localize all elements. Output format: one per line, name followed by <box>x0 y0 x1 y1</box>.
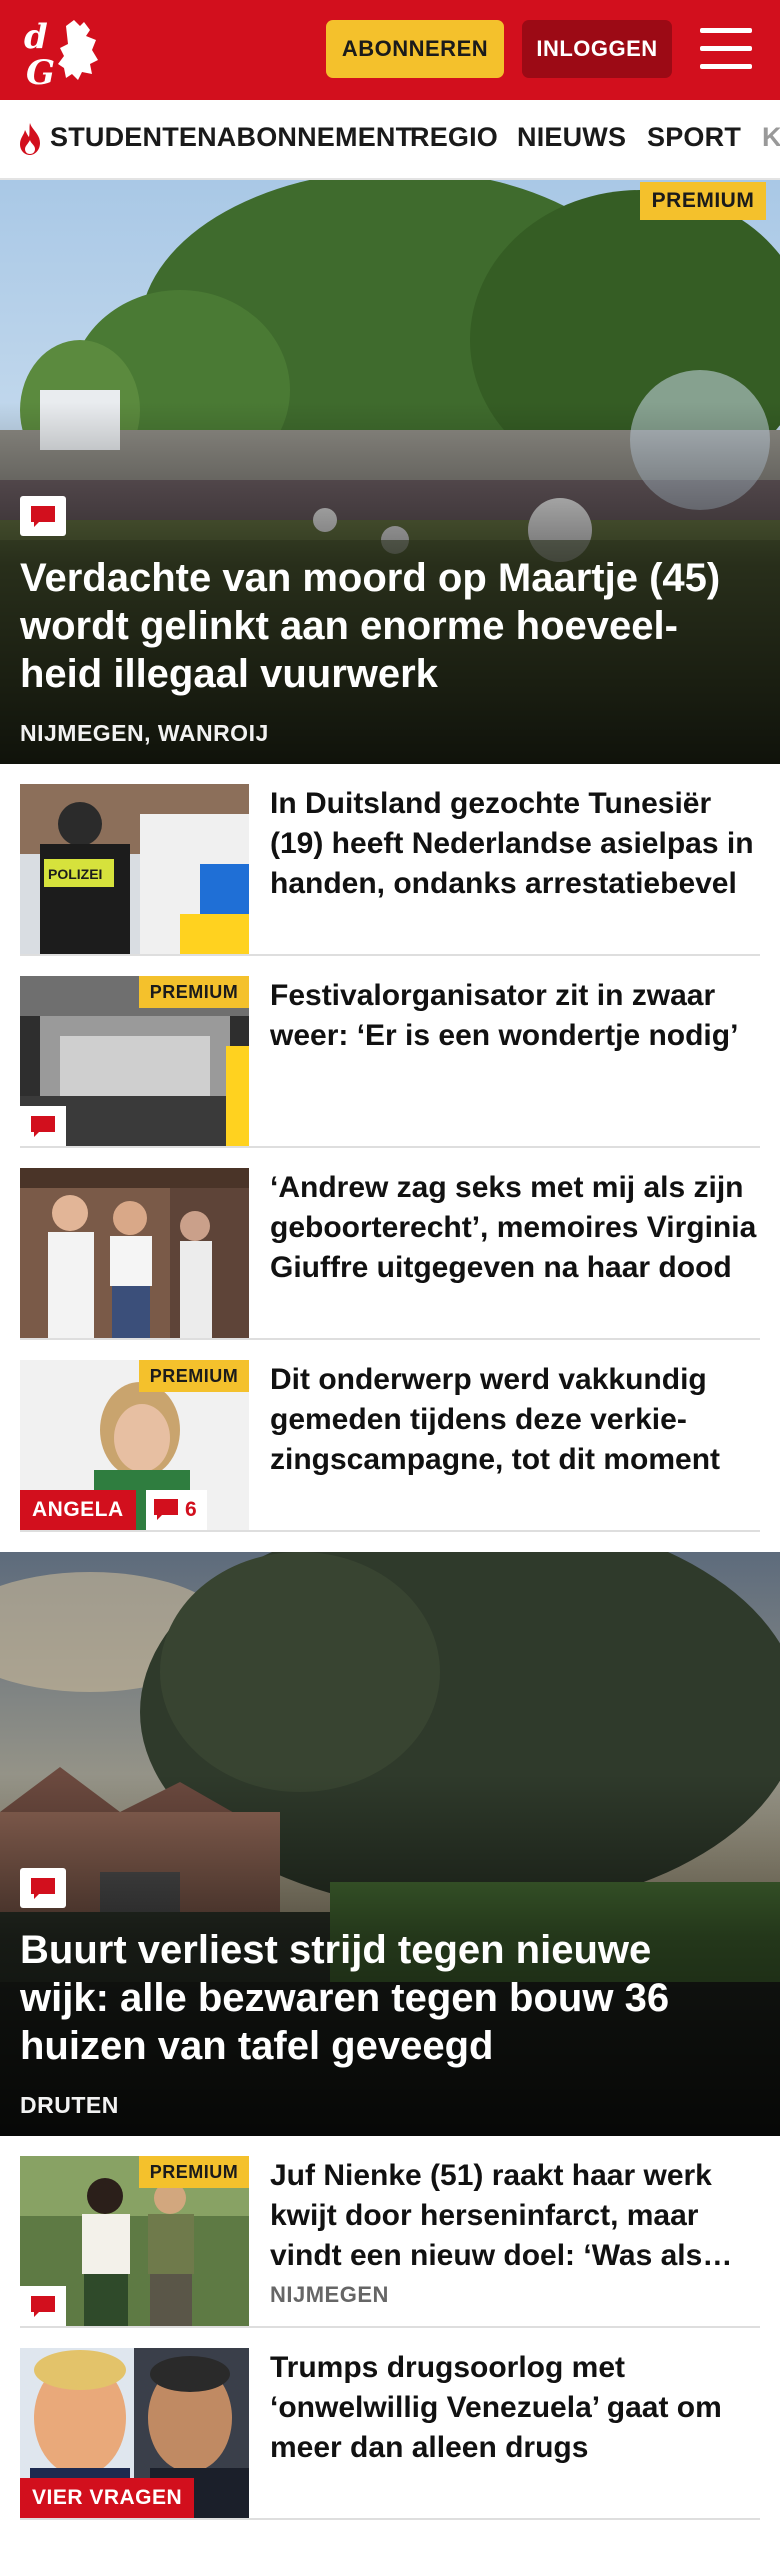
list-item[interactable]: ‘Andrew zag seks met mij als zijn geboor… <box>20 1168 760 1340</box>
list-item[interactable]: VIER VRAGEN Trumps drugsoorlog met ‘onwe… <box>20 2348 760 2520</box>
article-thumbnail: POLIZEI <box>20 784 249 954</box>
premium-badge: PREMIUM <box>139 976 249 1008</box>
article-thumbnail: PREMIUM <box>20 2156 249 2326</box>
premium-badge: PREMIUM <box>640 182 766 220</box>
list-item[interactable]: PREMIUM ANGELA 6 Dit onderwerp werd vakk… <box>20 1360 760 1532</box>
lead-article[interactable]: PREMIUM Verdachte van moord op Maartje (… <box>0 180 780 764</box>
comment-icon <box>20 1106 66 1146</box>
nav-item-studentenabonnement[interactable]: STUDENTENABONNEMENT <box>50 122 412 153</box>
subscribe-button[interactable]: ABONNEREN <box>326 20 504 78</box>
nav-item-partial[interactable]: K <box>762 122 780 153</box>
article-title[interactable]: Dit onderwerp werd vakkundig gemeden tij… <box>270 1360 760 1480</box>
article-title[interactable]: Trumps drugsoorlog met ‘onwelwillig Vene… <box>270 2348 760 2468</box>
series-label: ANGELA <box>20 1490 136 1530</box>
article-title[interactable]: Juf Nienke (51) raakt haar werk kwijt do… <box>270 2156 760 2276</box>
article-thumbnail: PREMIUM ANGELA 6 <box>20 1360 249 1530</box>
lead-location: DRUTEN <box>20 2092 119 2118</box>
comment-icon <box>20 496 66 536</box>
menu-icon[interactable] <box>700 26 752 72</box>
list-item[interactable]: PREMIUM Juf Nienke (51) raakt haar werk … <box>20 2156 760 2328</box>
article-location: NIJMEGEN <box>270 2282 389 2307</box>
section-nav: STUDENTENABONNEMENT REGIO NIEUWS SPORT K <box>0 100 780 180</box>
article-title[interactable]: Festivalorganisator zit in zwaar weer: ‘… <box>270 976 760 1056</box>
comment-icon <box>20 2286 66 2326</box>
article-title[interactable]: ‘Andrew zag seks met mij als zijn geboor… <box>270 1168 760 1288</box>
svg-text:d: d <box>24 17 48 57</box>
list-item[interactable]: POLIZEI In Duitsland gezochte Tunesiër (… <box>20 784 760 956</box>
logo-icon[interactable]: d G <box>22 14 118 88</box>
comment-icon <box>20 1868 66 1908</box>
site-header: d G ABONNEREN INLOGGEN <box>0 0 780 100</box>
article-thumbnail: PREMIUM <box>20 976 249 1146</box>
lead-title[interactable]: Verdachte van moord op Maartje (45) word… <box>20 554 740 698</box>
premium-badge: PREMIUM <box>139 1360 249 1392</box>
article-thumbnail: VIER VRAGEN <box>20 2348 249 2518</box>
article-thumbnail <box>20 1168 249 1338</box>
article-title[interactable]: In Duitsland gezochte Tunesiër (19) heef… <box>270 784 760 904</box>
flame-icon <box>20 123 40 155</box>
list-item[interactable]: PREMIUM Festivalorganisator zit in zwaar… <box>20 976 760 1148</box>
nav-item-nieuws[interactable]: NIEUWS <box>517 122 626 153</box>
svg-text:POLIZEI: POLIZEI <box>48 866 102 882</box>
login-button[interactable]: INLOGGEN <box>522 20 672 78</box>
nav-item-regio[interactable]: REGIO <box>410 122 498 153</box>
series-label: VIER VRAGEN <box>20 2478 195 2518</box>
comment-count-value: 6 <box>185 1498 197 1521</box>
lead-location: NIJMEGEN, WANROIJ <box>20 720 269 746</box>
svg-text:G: G <box>26 53 55 88</box>
comment-icon <box>154 1499 178 1520</box>
lead-title[interactable]: Buurt verliest strijd tegen nieuwe wijk:… <box>20 1926 740 2070</box>
nav-item-sport[interactable]: SPORT <box>647 122 741 153</box>
lead-article[interactable]: Buurt verliest strijd tegen nieuwe wijk:… <box>0 1552 780 2136</box>
premium-badge: PREMIUM <box>139 2156 249 2188</box>
comment-count: 6 <box>146 1490 207 1530</box>
